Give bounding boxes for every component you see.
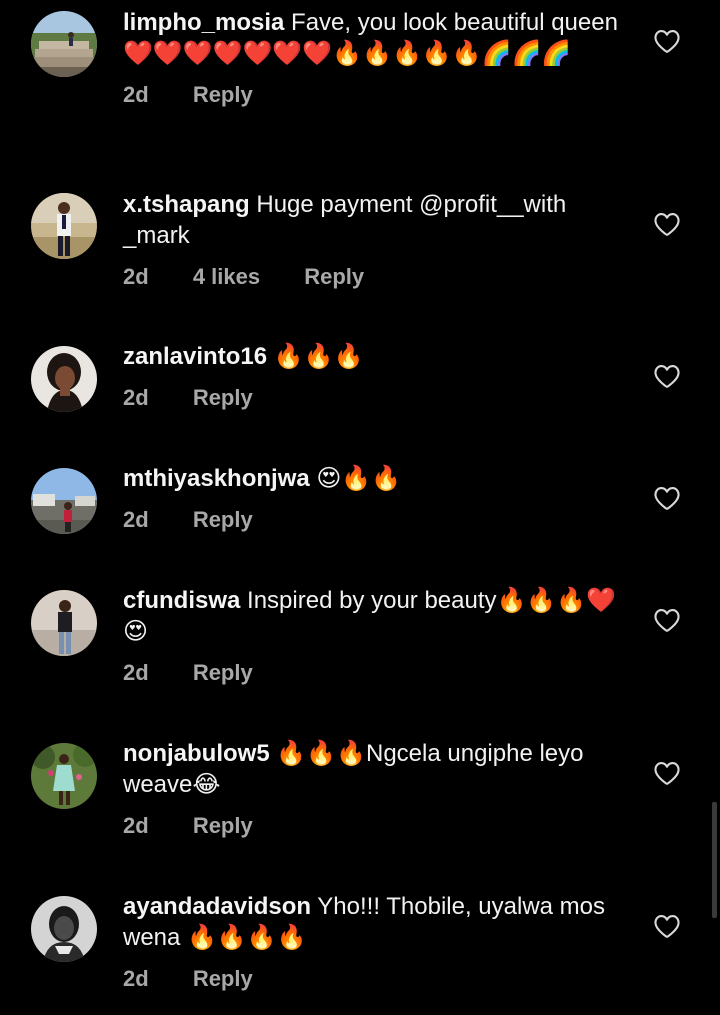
comment-time: 2d (123, 660, 149, 685)
avatar-woman-garden-icon (31, 743, 97, 809)
comment-text: mthiyaskhonjwa 😍🔥🔥 (123, 463, 623, 494)
comment-likes[interactable]: 4 likes (193, 264, 260, 290)
comment-username[interactable]: zanlavinto16 (123, 343, 267, 370)
comment-meta: 2d Reply (123, 507, 623, 533)
comment-username[interactable]: x.tshapang (123, 191, 250, 218)
reply-button[interactable]: Reply (193, 385, 253, 411)
comment-time: 2d (123, 264, 149, 289)
comment-text: ayandadavidson Yho!!! Thobile, uyalwa mo… (123, 891, 623, 953)
comment-text: limpho_mosia Fave, you look beautiful qu… (123, 7, 623, 69)
comment-meta: 2d Reply (123, 966, 623, 992)
avatar[interactable] (31, 590, 97, 656)
avatar[interactable] (31, 896, 97, 962)
reply-button[interactable]: Reply (193, 660, 253, 686)
avatar-woman-wall-icon (31, 590, 97, 656)
heart-outline-icon[interactable] (653, 913, 681, 939)
reply-button[interactable]: Reply (193, 966, 253, 992)
comment-time: 2d (123, 507, 149, 532)
avatar[interactable] (31, 346, 97, 412)
comment-meta: 2d Reply (123, 660, 623, 686)
comment-message: 🔥🔥🔥 (273, 343, 364, 370)
comment-text: nonjabulow5 🔥🔥🔥Ngcela ungiphe leyo weave… (123, 738, 623, 800)
reply-button[interactable]: Reply (193, 813, 253, 839)
comment-text: zanlavinto16 🔥🔥🔥 (123, 341, 623, 372)
heart-outline-icon[interactable] (653, 760, 681, 786)
comment-time: 2d (123, 813, 149, 838)
comment-text: cfundiswa Inspired by your beauty🔥🔥🔥❤️😍 (123, 585, 623, 647)
avatar-man-standing-icon (31, 193, 97, 259)
reply-button[interactable]: Reply (193, 82, 253, 108)
comment-text: x.tshapang Huge payment @profit__with _m… (123, 189, 623, 251)
comment-meta: 2d Reply (123, 385, 623, 411)
comment-meta: 2d Reply (123, 82, 623, 108)
avatar-woman-portrait-icon (31, 346, 97, 412)
heart-outline-icon[interactable] (653, 607, 681, 633)
comment-username[interactable]: nonjabulow5 (123, 740, 270, 767)
comment-meta: 2d Reply (123, 813, 623, 839)
comment-username[interactable]: cfundiswa (123, 587, 240, 614)
reply-button[interactable]: Reply (193, 507, 253, 533)
comment-meta: 2d 4 likes Reply (123, 264, 623, 290)
heart-outline-icon[interactable] (653, 485, 681, 511)
comment-time: 2d (123, 82, 149, 107)
comment-time: 2d (123, 966, 149, 991)
comment-username[interactable]: mthiyaskhonjwa (123, 465, 310, 492)
comment-message: 😍🔥🔥 (316, 465, 402, 492)
avatar-outdoor-steps-icon (31, 11, 97, 77)
avatar-bw-portrait-icon (31, 896, 97, 962)
avatar[interactable] (31, 11, 97, 77)
heart-outline-icon[interactable] (653, 211, 681, 237)
scrollbar[interactable] (712, 802, 717, 918)
avatar[interactable] (31, 743, 97, 809)
heart-outline-icon[interactable] (653, 28, 681, 54)
avatar[interactable] (31, 193, 97, 259)
avatar-outdoor-sky-icon (31, 468, 97, 534)
comment-username[interactable]: limpho_mosia (123, 9, 284, 36)
reply-button[interactable]: Reply (304, 264, 364, 290)
avatar[interactable] (31, 468, 97, 534)
heart-outline-icon[interactable] (653, 363, 681, 389)
comment-time: 2d (123, 385, 149, 410)
comment-username[interactable]: ayandadavidson (123, 893, 311, 920)
